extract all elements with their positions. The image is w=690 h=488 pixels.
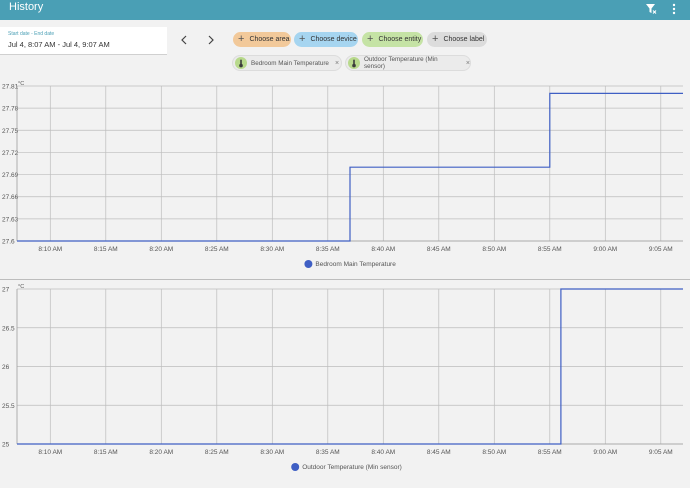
entity-chip-label: Outdoor Temperature (Min sensor): [363, 56, 438, 70]
x-tick-label: 8:35 AM: [316, 449, 340, 456]
x-tick-label: 8:30 AM: [260, 449, 284, 456]
thermometer-icon: [235, 57, 247, 69]
x-tick-label: 8:40 AM: [371, 449, 395, 456]
y-tick-label: 27.66: [2, 194, 19, 201]
choose-entity-label: Choose entity: [378, 36, 422, 43]
y-tick-label: 27.6: [2, 239, 15, 246]
x-tick-label: 9:00 AM: [593, 246, 617, 253]
y-tick-label: 27: [2, 287, 10, 294]
x-tick-label: 8:55 AM: [538, 246, 562, 253]
date-range-label: Start date - End date: [8, 31, 55, 37]
plus-icon: +: [299, 33, 306, 45]
x-tick-label: 8:40 AM: [371, 246, 395, 253]
choose-device-label: Choose device: [310, 36, 357, 43]
x-tick-label: 8:50 AM: [482, 246, 506, 253]
previous-range-button[interactable]: [176, 32, 192, 48]
more-vertical-icon[interactable]: [667, 2, 681, 16]
legend-marker[interactable]: [304, 260, 313, 268]
x-tick-label: 8:45 AM: [427, 449, 451, 456]
date-range-picker[interactable]: Start date - End date Jul 4, 8:07 AM - J…: [0, 27, 167, 55]
legend-marker[interactable]: [291, 463, 300, 471]
page-title: History: [9, 1, 44, 13]
choose-area-button[interactable]: + Choose area: [233, 32, 291, 47]
choose-label-button[interactable]: + Choose label: [427, 32, 487, 47]
choose-area-label: Choose area: [249, 36, 290, 43]
legend-label[interactable]: Bedroom Main Temperature: [315, 261, 396, 268]
bedroom-temperature-chart: 27.6 27.63 27.66 27.69 27.72 27.75 27.78 27.81 8…: [2, 81, 683, 268]
thermometer-icon: [348, 57, 360, 69]
x-tick-label: 8:25 AM: [205, 449, 229, 456]
y-tick-label: 27.75: [2, 128, 19, 135]
x-tick-label: 8:15 AM: [94, 449, 118, 456]
x-tick-label: 8:50 AM: [482, 449, 506, 456]
date-range-value: Jul 4, 8:07 AM - Jul 4, 9:07 AM: [8, 40, 110, 49]
entity-chip-label: Bedroom Main Temperature: [251, 59, 329, 67]
remove-entity-icon[interactable]: ×: [466, 60, 470, 67]
remove-entity-icon[interactable]: ×: [335, 60, 339, 67]
x-tick-label: 8:35 AM: [316, 246, 340, 253]
plus-icon: +: [432, 33, 439, 45]
x-tick-label: 8:10 AM: [38, 246, 62, 253]
choose-device-button[interactable]: + Choose device: [294, 32, 358, 47]
x-tick-label: 8:20 AM: [149, 449, 173, 456]
y-tick-label: 27.72: [2, 150, 19, 157]
top-bar: History: [0, 0, 690, 20]
x-tick-label: 9:00 AM: [593, 449, 617, 456]
x-tick-label: 8:25 AM: [205, 246, 229, 253]
plus-icon: +: [238, 33, 245, 45]
y-tick-label: 26: [2, 364, 10, 371]
filter-remove-icon[interactable]: [644, 2, 658, 16]
y-tick-label: 27.81: [2, 84, 19, 91]
next-range-button[interactable]: [203, 32, 219, 48]
x-tick-label: 8:20 AM: [149, 246, 173, 253]
x-tick-label: 8:55 AM: [538, 449, 562, 456]
entity-chip-outdoor[interactable]: Outdoor Temperature (Min sensor) ×: [345, 55, 471, 71]
legend-label[interactable]: Outdoor Temperature (Min sensor): [302, 464, 402, 471]
choose-entity-button[interactable]: + Choose entity: [362, 32, 423, 47]
unit-label: °C: [18, 284, 24, 290]
x-tick-label: 8:15 AM: [94, 246, 118, 253]
y-tick-label: 25.5: [2, 403, 15, 410]
x-tick-label: 8:45 AM: [427, 246, 451, 253]
x-tick-label: 8:10 AM: [38, 449, 62, 456]
y-tick-label: 27.69: [2, 172, 19, 179]
y-tick-label: 26.5: [2, 325, 15, 332]
unit-label: °C: [18, 81, 24, 87]
y-tick-label: 27.63: [2, 216, 19, 223]
x-tick-label: 9:05 AM: [649, 246, 673, 253]
entity-chip-bedroom[interactable]: Bedroom Main Temperature ×: [232, 55, 342, 71]
x-tick-label: 8:30 AM: [260, 246, 284, 253]
y-tick-label: 27.78: [2, 106, 19, 113]
outdoor-temperature-chart: 25 25.5 26 26.5 27 8:10 AM 8:15 AM 8:20 AM 8:25 …: [2, 284, 683, 471]
plus-icon: +: [367, 33, 374, 45]
choose-label-label: Choose label: [443, 36, 485, 43]
y-tick-label: 25: [2, 442, 10, 449]
x-tick-label: 9:05 AM: [649, 449, 673, 456]
